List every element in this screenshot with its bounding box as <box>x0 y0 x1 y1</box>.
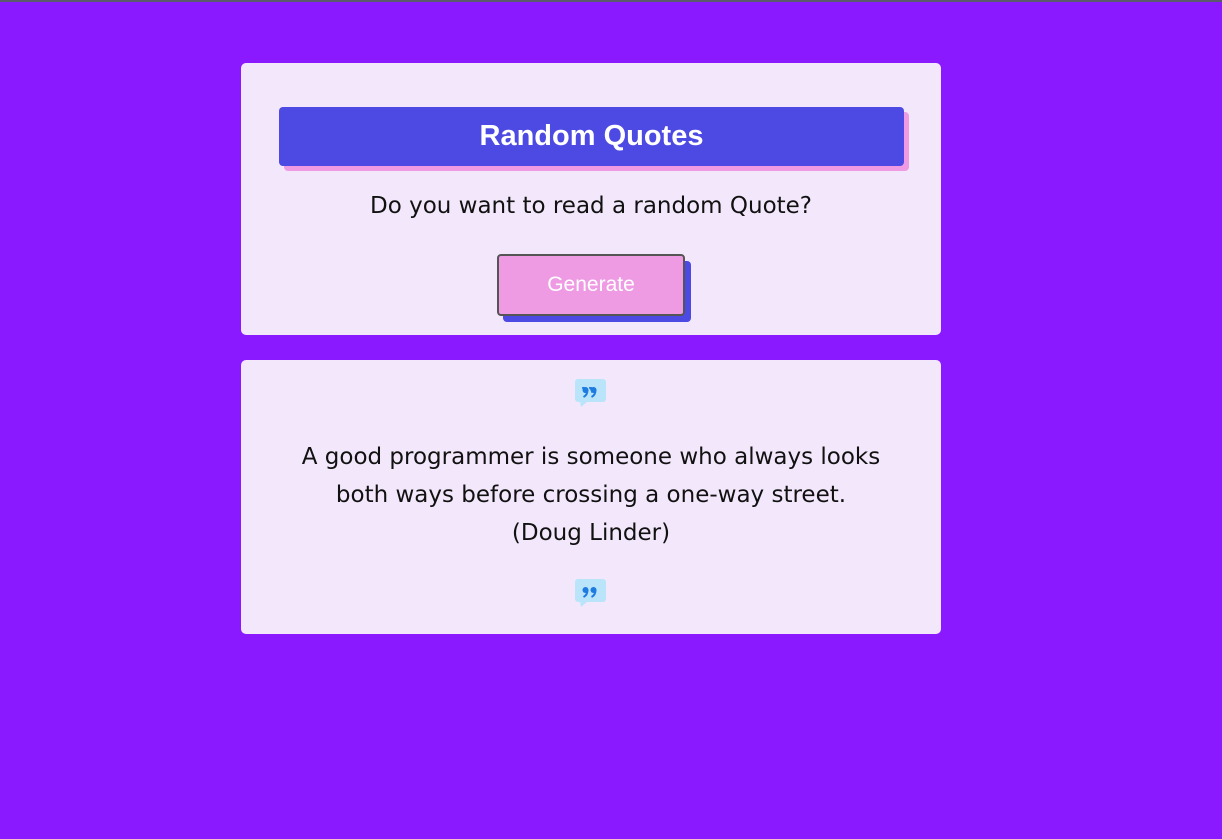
quote-card: A good programmer is someone who always … <box>241 360 941 634</box>
generate-button-wrap: Generate <box>497 254 691 322</box>
generate-button[interactable]: Generate <box>497 254 685 316</box>
window-top-border <box>0 0 1222 2</box>
title-banner: Random Quotes <box>279 107 909 171</box>
quote-text: A good programmer is someone who always … <box>301 444 881 546</box>
quote-close-icon <box>574 578 607 608</box>
quote-open-icon <box>574 378 607 408</box>
prompt-text: Do you want to read a random Quote? <box>369 193 813 219</box>
generator-card: Random Quotes Do you want to read a rand… <box>241 63 941 335</box>
page-title: Random Quotes <box>279 107 904 166</box>
